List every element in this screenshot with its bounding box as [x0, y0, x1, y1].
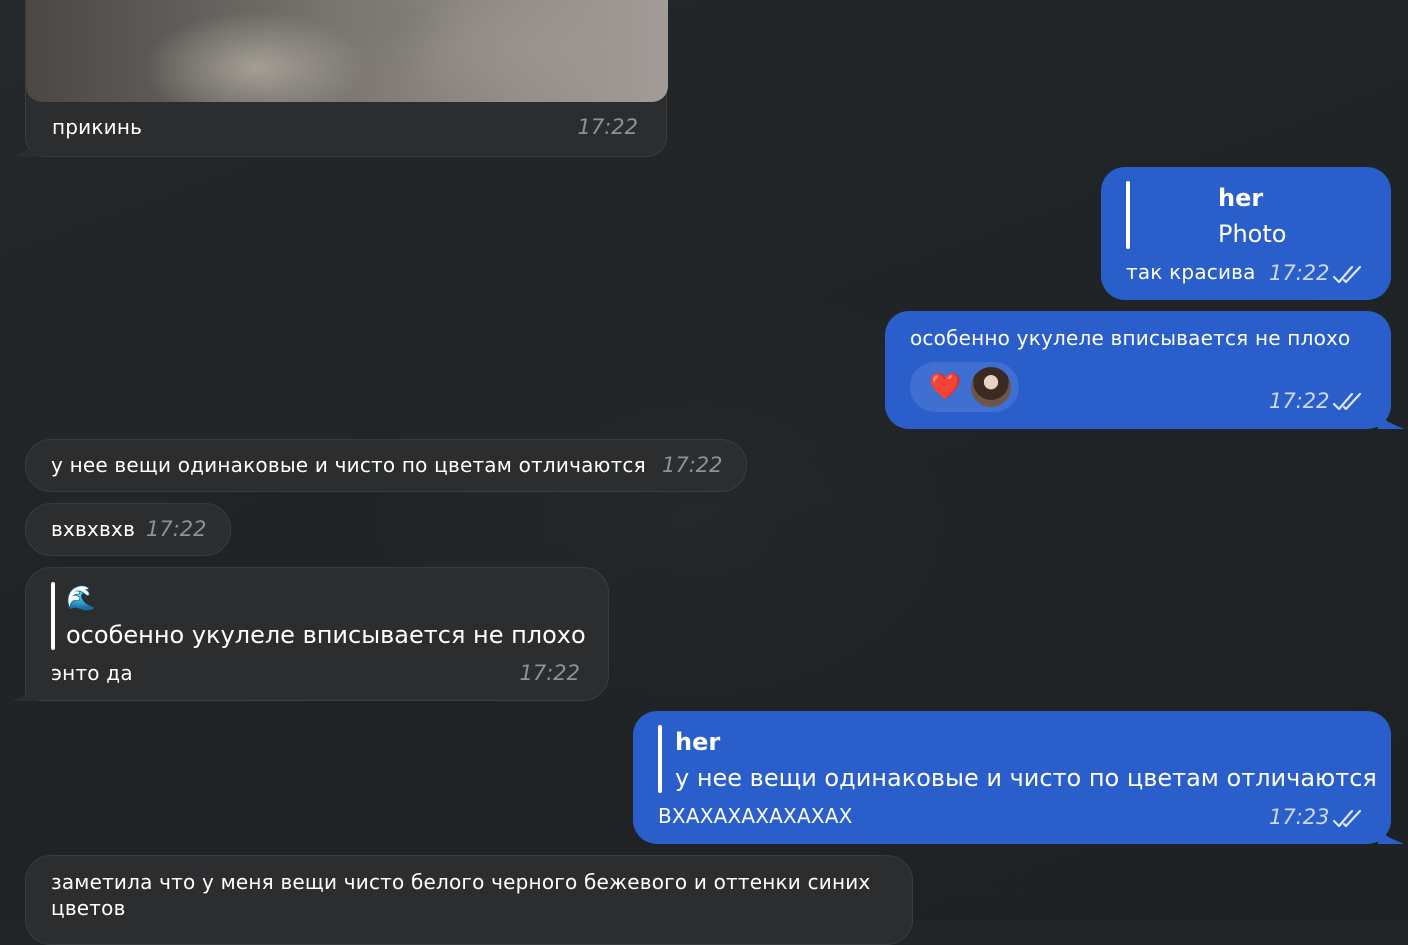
message-outgoing[interactable]: особенно укулеле вписывается не плохо ❤️… [885, 311, 1391, 429]
wave-emoji-icon: 🌊 [66, 584, 96, 612]
message-text: энто да [51, 661, 133, 685]
message-time: 17:22 [146, 517, 207, 541]
message-text: у нее вещи одинаковые и чисто по цветам … [51, 453, 646, 477]
reactor-avatar [971, 367, 1011, 407]
reply-preview-text: Photo [1218, 220, 1287, 248]
message-incoming[interactable]: вхвхвхв 17:22 [25, 503, 231, 556]
read-double-check-icon [1332, 392, 1362, 411]
message-outgoing-reply[interactable]: her Photo так красива 17:22 [1101, 167, 1391, 300]
message-text-line: цветов [51, 896, 126, 920]
reply-preview-text: у нее вещи одинаковые и чисто по цветам … [675, 764, 1377, 792]
message-time: 17:22 [1269, 261, 1330, 285]
reply-quote-bar [658, 725, 662, 793]
photo-attachment[interactable] [26, 0, 668, 102]
reply-author: her [1218, 184, 1264, 212]
read-double-check-icon [1332, 265, 1362, 284]
reaction-chip[interactable]: ❤️ [910, 362, 1019, 412]
message-incoming-reply[interactable]: 🌊 особенно укулеле вписывается не плохо … [25, 567, 609, 701]
message-incoming-photo[interactable]: прикинь 17:22 [25, 0, 668, 157]
message-incoming[interactable]: у нее вещи одинаковые и чисто по цветам … [25, 439, 747, 492]
reply-quote-bar [51, 582, 55, 650]
message-text: особенно укулеле вписывается не плохо [910, 326, 1351, 350]
message-time: 17:22 [519, 661, 580, 685]
heart-icon: ❤️ [929, 372, 962, 402]
reply-quote-bar [1126, 181, 1130, 249]
reply-author: her [675, 728, 721, 756]
message-text: прикинь [52, 115, 143, 139]
message-time: 17:22 [577, 115, 638, 139]
message-text: вхвхвхв [51, 517, 136, 541]
read-double-check-icon [1332, 809, 1362, 828]
message-time: 17:22 [1269, 389, 1330, 413]
reply-preview-text: особенно укулеле вписывается не плохо [66, 621, 586, 649]
message-text: так красива [1126, 260, 1256, 284]
message-time: 17:23 [1269, 805, 1330, 829]
message-incoming[interactable]: заметила что у меня вещи чисто белого че… [25, 855, 913, 945]
message-time: 17:22 [662, 453, 723, 477]
message-text-line: заметила что у меня вещи чисто белого че… [51, 870, 871, 894]
message-text: ВХАХАХАХАХАХАХ [658, 804, 853, 828]
message-outgoing-reply[interactable]: her у нее вещи одинаковые и чисто по цве… [633, 711, 1391, 844]
